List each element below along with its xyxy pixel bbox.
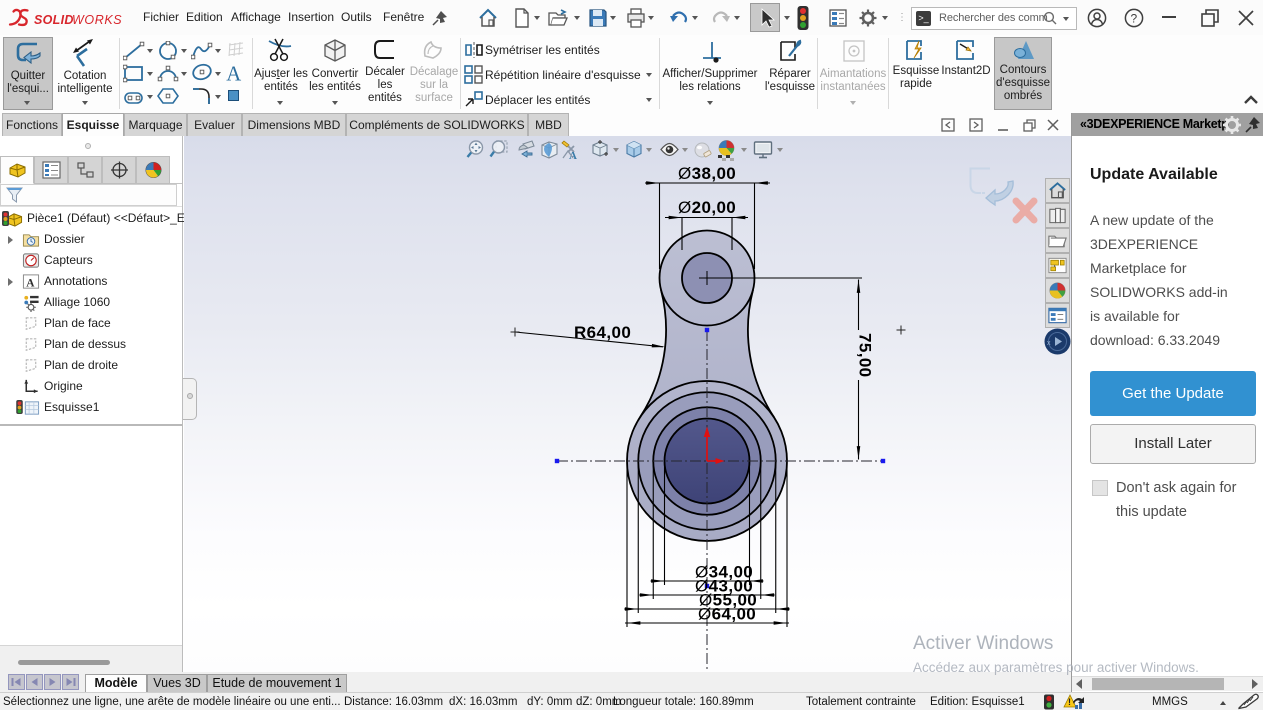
svg-text:R64,00: R64,00 (574, 323, 631, 342)
svg-text:Ø38,00: Ø38,00 (678, 164, 736, 183)
svg-text:75,00: 75,00 (856, 333, 875, 378)
svg-text:x: x (1047, 340, 1051, 347)
svg-text:?: ? (1131, 12, 1138, 26)
svg-text:A: A (226, 64, 241, 84)
svg-text:Ø20,00: Ø20,00 (678, 198, 736, 217)
svg-text:WORKS: WORKS (72, 13, 122, 27)
svg-text:SOLID: SOLID (34, 13, 74, 27)
svg-text:!: ! (1068, 697, 1071, 707)
svg-text:A: A (26, 277, 35, 289)
svg-text:Ø64,00: Ø64,00 (698, 605, 756, 624)
